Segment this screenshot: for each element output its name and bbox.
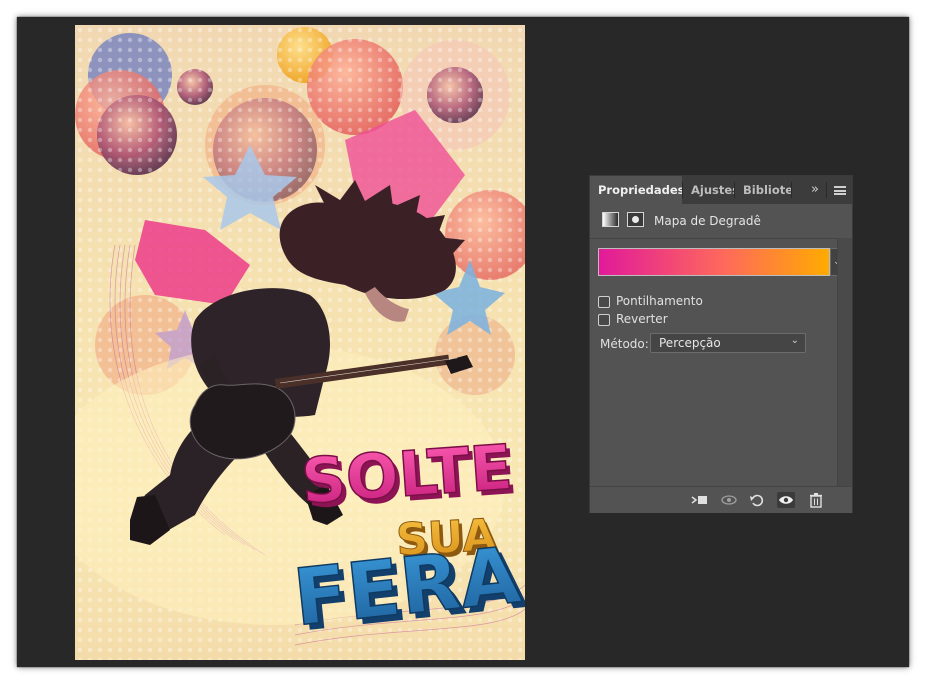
reset-icon[interactable] [748,492,766,508]
adjustment-title: Mapa de Degradê [654,214,761,228]
dither-option[interactable]: Pontilhamento [598,294,738,310]
visibility-eye-icon[interactable] [777,492,795,508]
poster-text-solte: SOLTE [299,430,515,518]
method-value: Percepção [659,336,721,350]
dither-label: Pontilhamento [616,294,703,308]
photoshop-workspace: SOLTE SOLTE SUA SUA FERA FERA Propriedad… [17,17,909,667]
tab-ajustes[interactable]: Ajustes [683,176,734,204]
panel-scrollbar[interactable] [837,238,852,486]
gradient-fill [599,249,829,275]
reverse-label: Reverter [616,312,668,326]
document-canvas[interactable]: SOLTE SOLTE SUA SUA FERA FERA [75,25,525,660]
layer-mask-icon[interactable] [627,212,644,227]
gradient-preview[interactable] [598,248,830,276]
tab-bibliotecas[interactable]: Bibliotecas [735,176,791,204]
properties-panel: Propriedades Ajustes Bibliotecas » Mapa … [589,175,853,513]
clip-to-layer-icon[interactable] [690,492,708,508]
trash-icon[interactable] [807,492,825,508]
tab-propriedades[interactable]: Propriedades [590,176,682,204]
chevron-down-icon: ⌄ [790,335,799,346]
method-label: Método: [600,337,649,351]
panel-menu-icon[interactable] [834,186,846,195]
tab-separator [826,182,827,198]
tab-separator [791,182,792,198]
tab-overflow-icon[interactable]: » [811,176,819,204]
adjustment-header: Mapa de Degradê [590,204,852,239]
gradient-map-icon[interactable] [602,212,619,227]
dither-checkbox[interactable] [598,296,610,308]
reverse-option[interactable]: Reverter [598,312,738,328]
panel-footer [590,486,852,513]
view-previous-state-icon[interactable] [720,492,738,508]
method-select[interactable]: Percepção ⌄ [650,333,806,353]
poster-artwork: SOLTE SOLTE SUA SUA FERA FERA [75,25,525,660]
panel-tab-bar: Propriedades Ajustes Bibliotecas » [590,176,852,204]
reverse-checkbox[interactable] [598,314,610,326]
